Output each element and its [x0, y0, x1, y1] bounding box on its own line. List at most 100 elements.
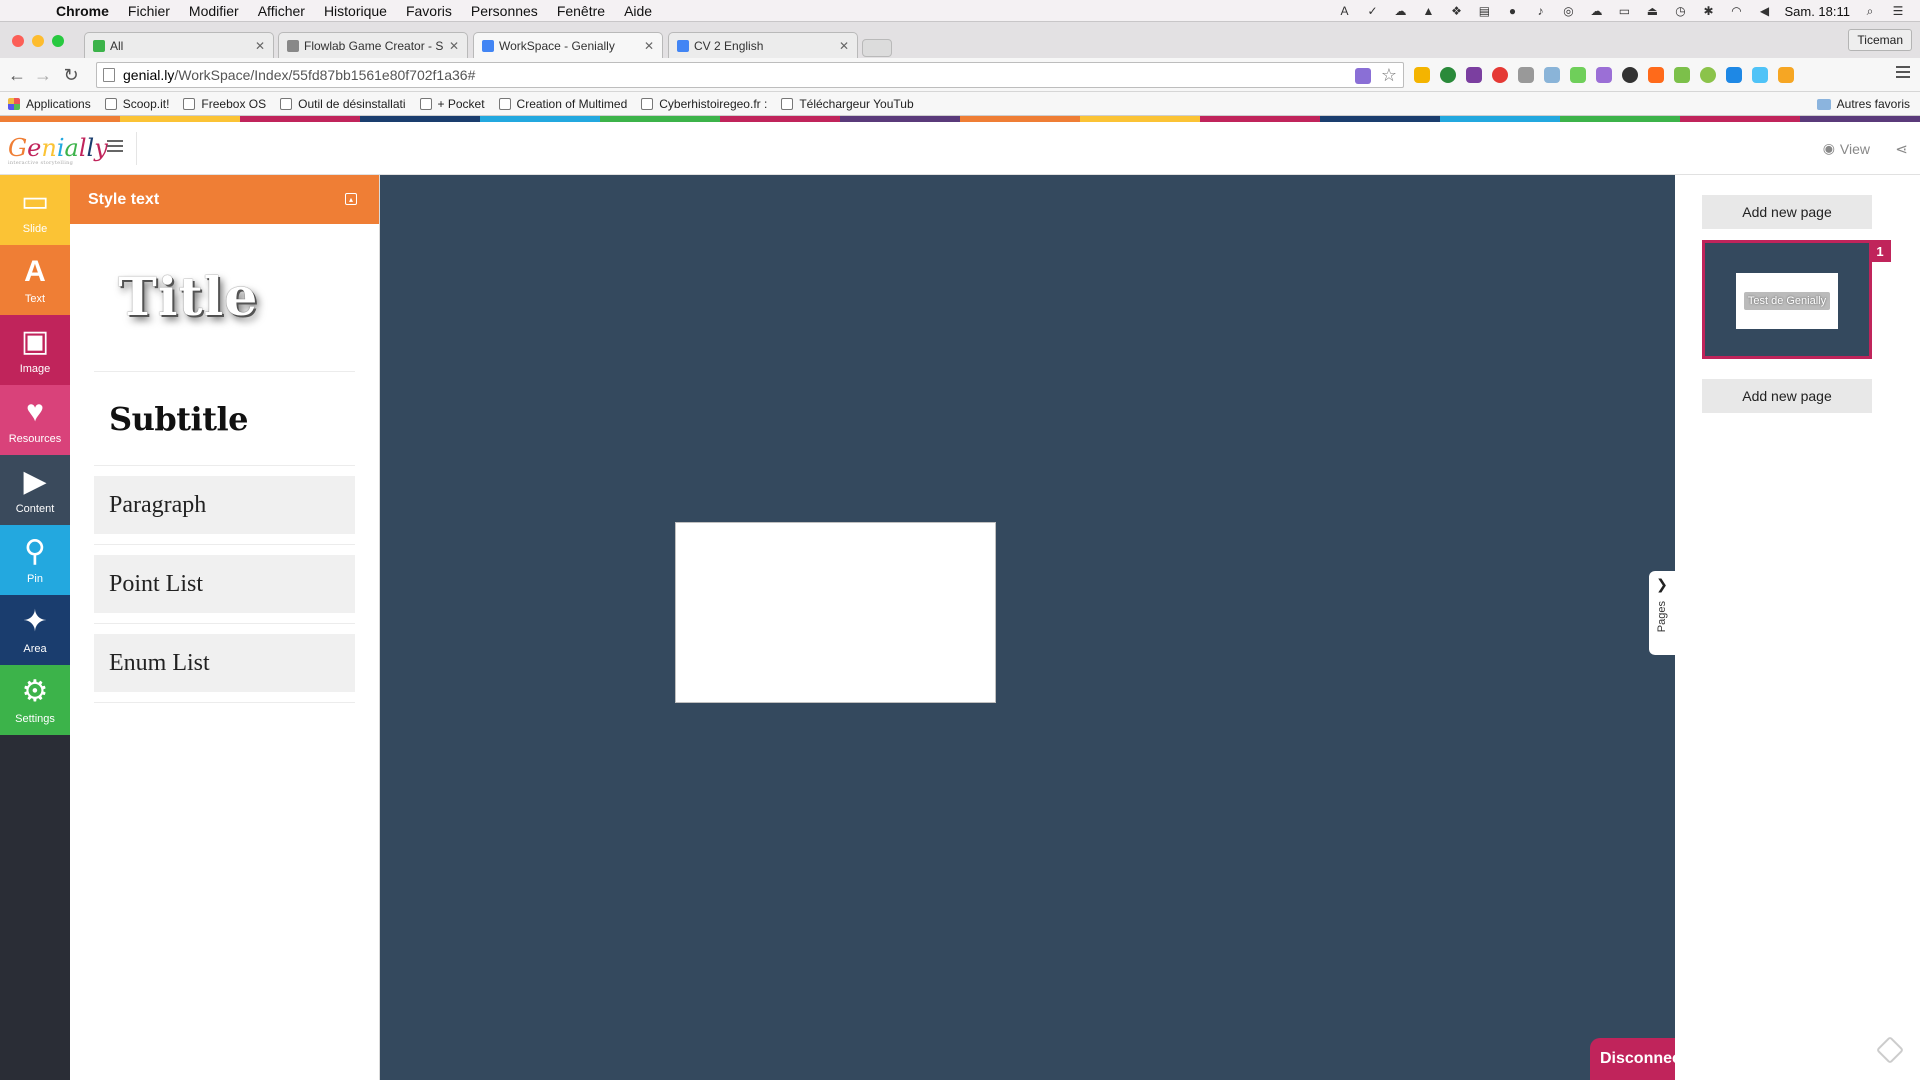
tag-icon[interactable] — [1875, 1035, 1905, 1065]
close-icon[interactable]: ✕ — [255, 39, 265, 53]
collapse-icon[interactable]: ▴ — [345, 193, 357, 205]
close-icon[interactable]: ✕ — [839, 39, 849, 53]
menu-historique[interactable]: Historique — [324, 3, 387, 19]
menu-fenetre[interactable]: Fenêtre — [557, 3, 605, 19]
close-icon[interactable]: ✕ — [449, 39, 459, 53]
notification-center-icon[interactable]: ☰ — [1890, 4, 1906, 18]
extension-icon[interactable] — [1570, 67, 1586, 83]
cloud-sync-icon[interactable]: ☁ — [1588, 4, 1604, 18]
profile-button[interactable]: Ticeman — [1848, 29, 1912, 51]
rail-item-settings[interactable]: ⚙ Settings — [0, 665, 70, 735]
add-new-page-button-bottom[interactable]: Add new page — [1702, 379, 1872, 413]
close-icon[interactable]: ✕ — [644, 39, 654, 53]
time-machine-icon[interactable]: ◷ — [1672, 4, 1688, 18]
rail-item-pin[interactable]: ⚲ Pin — [0, 525, 70, 595]
bluetooth-icon[interactable]: ✱ — [1700, 4, 1716, 18]
menu-favoris[interactable]: Favoris — [406, 3, 452, 19]
menu-personnes[interactable]: Personnes — [471, 3, 538, 19]
style-title-option[interactable]: Title — [94, 224, 355, 372]
style-enum-list-option[interactable]: Enum List — [94, 634, 355, 692]
inbox-icon[interactable]: ▤ — [1476, 4, 1492, 18]
reload-icon[interactable]: ↻ — [60, 64, 82, 86]
wifi-icon[interactable]: ◠ — [1728, 4, 1744, 18]
rail-item-content[interactable]: ▶ Content — [0, 455, 70, 525]
spotlight-search-icon[interactable]: ⌕ — [1862, 4, 1878, 18]
menu-fichier[interactable]: Fichier — [128, 3, 170, 19]
camera-icon[interactable] — [1544, 67, 1560, 83]
share-icon[interactable]: ⋖ — [1895, 140, 1908, 158]
style-subtitle-option[interactable]: Subtitle — [94, 372, 355, 466]
extension-icon[interactable] — [1674, 67, 1690, 83]
tab-all[interactable]: All ✕ — [84, 32, 274, 58]
volume-icon[interactable]: ◀ — [1756, 4, 1772, 18]
extension-icon[interactable] — [1414, 67, 1430, 83]
canvas-element-box[interactable] — [675, 522, 996, 703]
extension-icon[interactable] — [1622, 67, 1638, 83]
menu-aide[interactable]: Aide — [624, 3, 652, 19]
page-thumbnail[interactable]: Test de Genially 1 — [1702, 240, 1891, 359]
back-arrow-icon[interactable]: ← — [6, 64, 28, 86]
microphone-icon[interactable]: ● — [1504, 4, 1520, 18]
view-button[interactable]: ◉ View — [1823, 140, 1870, 157]
address-bar[interactable]: genial.ly /WorkSpace/Index/55fd87bb1561e… — [96, 62, 1404, 88]
rail-item-text[interactable]: A Text — [0, 245, 70, 315]
extension-icon[interactable] — [1778, 67, 1794, 83]
bookmark-freebox[interactable]: Freebox OS — [183, 97, 266, 111]
genially-logo[interactable]: Genially interactive storytelling — [8, 134, 108, 166]
cloud-icon[interactable]: ☁ — [1392, 4, 1408, 18]
tab-flowlab[interactable]: Flowlab Game Creator - Sig ✕ — [278, 32, 468, 58]
airplay-icon[interactable]: ▭ — [1616, 4, 1632, 18]
chrome-menu-icon[interactable] — [1896, 66, 1910, 80]
style-point-list-option[interactable]: Point List — [94, 555, 355, 613]
extension-icon[interactable] — [1355, 68, 1371, 84]
menu-afficher[interactable]: Afficher — [258, 3, 305, 19]
slide-canvas[interactable]: ❯ Pages Disconnect — [380, 175, 1675, 1080]
rail-item-slide[interactable]: ▭ Slide — [0, 175, 70, 245]
bookmark-cyberhistoiregeo[interactable]: Cyberhistoiregeo.fr : — [641, 97, 767, 111]
clock[interactable]: Sam. 18:11 — [1784, 4, 1850, 19]
dropbox-icon[interactable]: ❖ — [1448, 4, 1464, 18]
bookmark-outil[interactable]: Outil de désinstallati — [280, 97, 406, 111]
menu-app-name[interactable]: Chrome — [56, 3, 109, 19]
creative-cloud-icon[interactable]: ◎ — [1560, 4, 1576, 18]
rail-item-area[interactable]: ✦ Area — [0, 595, 70, 665]
hamburger-menu-icon[interactable] — [107, 140, 123, 154]
bell-icon[interactable]: ♪ — [1532, 4, 1548, 18]
extension-icon[interactable] — [1726, 67, 1742, 83]
page-icon — [641, 97, 654, 110]
bookmark-youtube-downloader[interactable]: Téléchargeur YouTub — [781, 97, 914, 111]
bookmark-scoopit[interactable]: Scoop.it! — [104, 97, 169, 111]
extension-icon[interactable] — [1492, 67, 1508, 83]
bookmark-star-icon[interactable]: ☆ — [1381, 65, 1397, 86]
extension-icon[interactable] — [1700, 67, 1716, 83]
bookmark-other-folder[interactable]: Autres favoris — [1816, 97, 1910, 111]
extension-icon[interactable] — [1648, 67, 1664, 83]
tab-cv-english[interactable]: CV 2 English ✕ — [668, 32, 858, 58]
minimize-window-button[interactable] — [32, 35, 44, 47]
drive-icon[interactable]: ▲ — [1420, 4, 1436, 18]
forward-arrow-icon[interactable]: → — [32, 64, 54, 86]
add-new-page-button-top[interactable]: Add new page — [1702, 195, 1872, 229]
divider — [94, 544, 355, 545]
bookmark-pocket[interactable]: + Pocket — [419, 97, 485, 111]
menu-modifier[interactable]: Modifier — [189, 3, 239, 19]
pages-toggle-tab[interactable]: ❯ Pages — [1649, 571, 1675, 655]
extension-icon[interactable] — [1752, 67, 1768, 83]
tab-workspace-genially[interactable]: WorkSpace - Genially ✕ — [473, 32, 663, 59]
bookmark-applications[interactable]: Applications — [8, 97, 91, 111]
extension-icon[interactable] — [1518, 67, 1534, 83]
onenote-icon[interactable] — [1466, 67, 1482, 83]
disconnect-button[interactable]: Disconnect — [1590, 1038, 1675, 1080]
new-tab-button[interactable] — [862, 39, 892, 57]
pen-icon[interactable] — [1596, 67, 1612, 83]
eject-icon[interactable]: ⏏ — [1644, 4, 1660, 18]
check-circle-icon[interactable]: ✓ — [1364, 4, 1380, 18]
extension-icon[interactable] — [1440, 67, 1456, 83]
close-window-button[interactable] — [12, 35, 24, 47]
bookmark-creation[interactable]: Creation of Multimed — [498, 97, 627, 111]
adobe-icon[interactable]: A — [1336, 4, 1352, 18]
rail-item-image[interactable]: ▣ Image — [0, 315, 70, 385]
rail-item-resources[interactable]: ♥ Resources — [0, 385, 70, 455]
maximize-window-button[interactable] — [52, 35, 64, 47]
style-paragraph-option[interactable]: Paragraph — [94, 476, 355, 534]
